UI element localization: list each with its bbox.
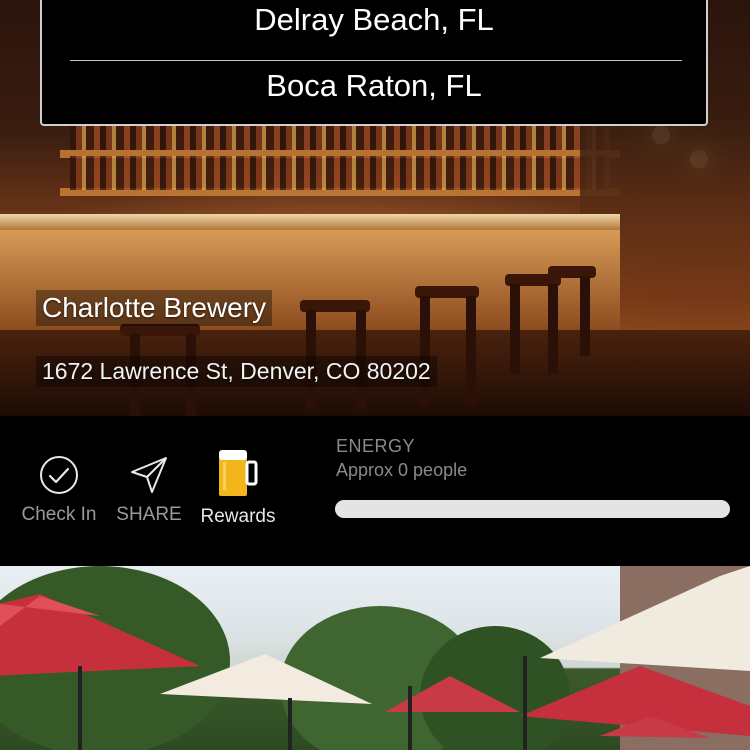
- umbrella-white: [540, 566, 750, 671]
- check-in-label: Check In: [21, 504, 97, 525]
- check-circle-icon: [40, 456, 78, 494]
- stool-leg: [510, 284, 520, 374]
- share-button[interactable]: SHARE: [112, 452, 186, 526]
- check-in-button[interactable]: Check In: [18, 452, 100, 526]
- stool-leg: [548, 284, 558, 374]
- share-label: SHARE: [116, 504, 182, 525]
- energy-people-count: Approx 0 people: [336, 460, 468, 480]
- stool-leg: [420, 296, 430, 406]
- bar-counter-top: [0, 214, 620, 230]
- umbrella-white: [160, 654, 372, 704]
- rewards-label: Rewards: [200, 506, 276, 527]
- venue-address: 1672 Lawrence St, Denver, CO 80202: [36, 356, 437, 387]
- bar-bottles: [70, 156, 610, 190]
- stool-leg: [580, 276, 590, 356]
- location-option-delray-beach[interactable]: Delray Beach, FL: [42, 2, 706, 38]
- energy-title: ENERGY: [336, 436, 416, 456]
- paper-plane-icon: [131, 457, 167, 493]
- next-venue-image[interactable]: [0, 566, 750, 750]
- venue-action-bar: Check In SHARE Rewards ENERGY Approx 0 p…: [0, 416, 750, 566]
- energy-meter: [335, 500, 730, 518]
- location-option-boca-raton[interactable]: Boca Raton, FL: [42, 68, 706, 104]
- dropdown-divider: [70, 60, 682, 61]
- patio-umbrellas: [0, 566, 750, 750]
- location-dropdown[interactable]: Delray Beach, FL Boca Raton, FL: [40, 0, 708, 126]
- stool-leg: [466, 296, 476, 406]
- beer-mug-icon: [219, 450, 258, 496]
- venue-name: Charlotte Brewery: [36, 290, 273, 326]
- umbrella-red: [385, 676, 520, 712]
- rewards-button[interactable]: Rewards: [196, 450, 280, 528]
